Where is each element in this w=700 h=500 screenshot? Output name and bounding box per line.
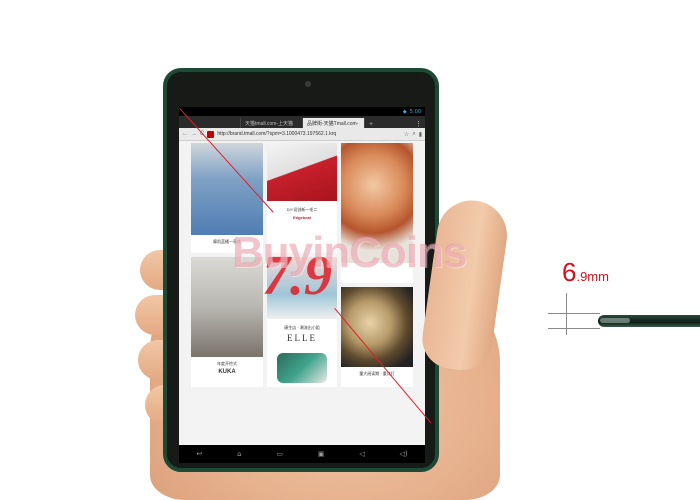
new-tab-button[interactable]: + xyxy=(365,121,377,128)
thickness-value-big: 6 xyxy=(562,257,577,287)
screenshot-icon[interactable]: ▣ xyxy=(318,450,325,458)
tablet-edge-highlight xyxy=(600,318,630,323)
url-input[interactable]: http://brand.tmall.com/?spm=3.1000473.19… xyxy=(217,131,401,137)
star-icon[interactable]: ☆ xyxy=(404,131,409,138)
bookmark-icon[interactable]: ▮ xyxy=(419,131,422,138)
thickness-label: 6.9mm xyxy=(562,257,609,288)
forward-arrow-icon[interactable]: → xyxy=(191,131,197,137)
volume-up-icon[interactable]: ◁) xyxy=(399,450,407,458)
wifi-icon: ◆ xyxy=(402,108,407,115)
back-icon[interactable]: ↩ xyxy=(196,450,202,458)
product-tile[interactable]: 重大阅读期 · 重点打 xyxy=(341,287,413,387)
favicon-icon xyxy=(207,130,215,138)
status-time: 5:00 xyxy=(409,108,421,115)
recent-apps-icon[interactable]: ▭ xyxy=(276,450,283,458)
android-nav-bar: ↩ ⌂ ▭ ▣ ◁ ◁) xyxy=(179,445,425,463)
camera xyxy=(305,81,311,87)
tile-brand: ELLE xyxy=(287,333,317,343)
menu-icon[interactable]: ⋮ xyxy=(412,120,425,128)
url-bar: ← → C http://brand.tmall.com/?spm=3.1000… xyxy=(179,128,425,141)
product-image xyxy=(267,143,337,201)
dimension-line xyxy=(548,328,600,329)
tile-caption: 年度开挖式 xyxy=(217,361,237,366)
tile-brand: KUKA xyxy=(218,369,236,375)
browser-tab-bar: 天猫tmall.com-上天猫 品牌街-天猫Tmall.com- + ⋮ xyxy=(179,116,425,128)
product-image xyxy=(277,353,327,383)
back-arrow-icon[interactable]: ← xyxy=(182,131,188,137)
dimension-line xyxy=(548,313,600,314)
product-image xyxy=(341,287,413,367)
status-bar: ◆ 5:00 xyxy=(179,107,425,116)
tile-brand: Edgebeat xyxy=(292,215,311,220)
watermark-logo: BuyinCoins xyxy=(232,228,467,277)
volume-down-icon[interactable]: ◁ xyxy=(359,450,364,458)
thickness-value-small: .9mm xyxy=(576,269,609,284)
browser-tab-2[interactable]: 天猫tmall.com-上天猫 xyxy=(241,118,303,128)
tile-caption: 重大阅读期 · 重点打 xyxy=(359,371,395,376)
tile-caption: DIY设创新一毛二 xyxy=(286,207,318,212)
search-icon[interactable]: ⌕ xyxy=(412,131,415,138)
browser-tab-3[interactable]: 品牌街-天猫Tmall.com- xyxy=(303,118,365,128)
tile-caption: 康生店 · 潮流出小姐 xyxy=(284,325,320,330)
home-icon[interactable]: ⌂ xyxy=(237,450,241,458)
